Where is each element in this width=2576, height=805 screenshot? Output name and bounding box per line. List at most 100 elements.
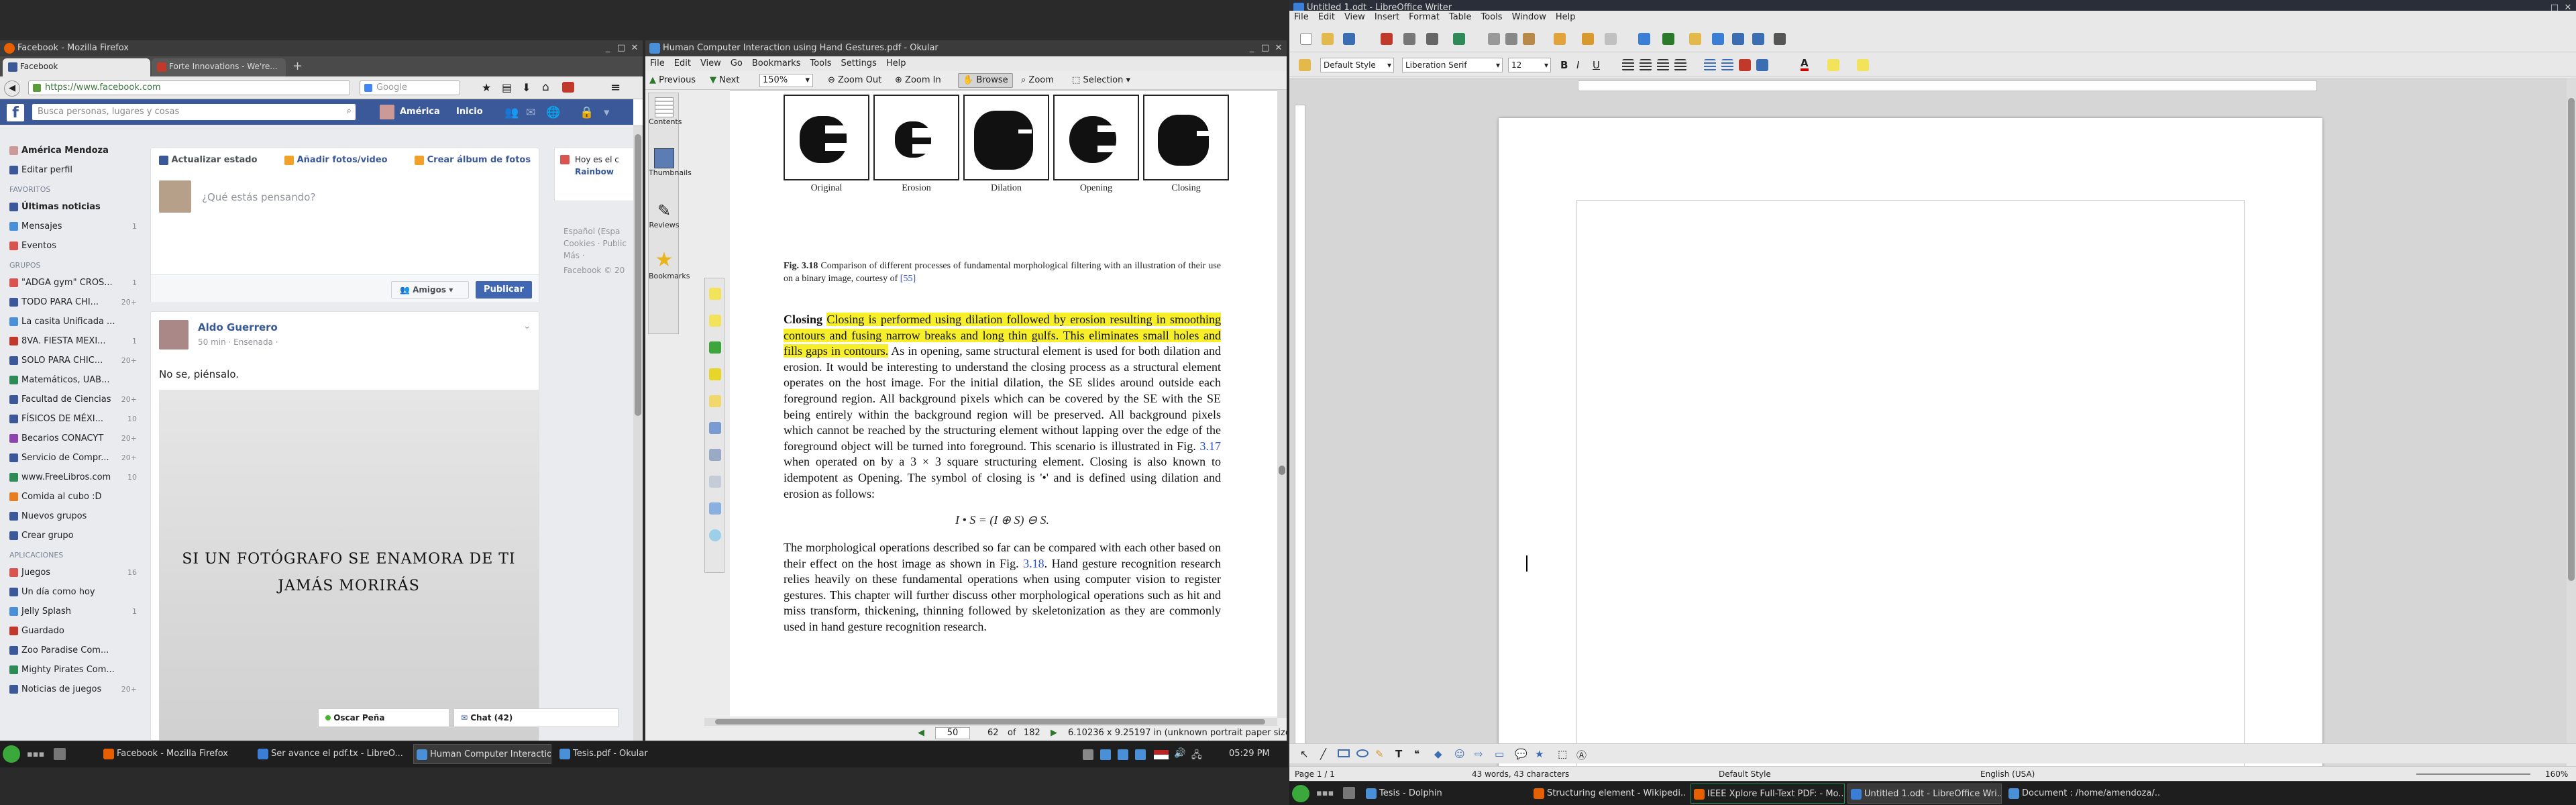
friend-requests-icon[interactable]: 👥 (504, 106, 519, 119)
menu-file[interactable]: File (645, 56, 669, 71)
inline-note-icon[interactable] (709, 315, 721, 327)
bold-icon[interactable]: B (1560, 59, 1568, 71)
clone-formatting-icon[interactable] (1554, 33, 1566, 45)
create-album-tab[interactable]: Crear álbum de fotos (427, 155, 531, 165)
footer-more[interactable]: Más · (564, 251, 585, 260)
avatar[interactable] (159, 320, 189, 350)
footer-links[interactable]: Cookies · Public (564, 239, 627, 248)
menu-icon[interactable]: ≡ (610, 80, 621, 95)
data-sources-icon[interactable] (1752, 33, 1764, 45)
start-menu-icon[interactable] (3, 745, 20, 763)
scrollbar-thumb[interactable] (1279, 466, 1285, 475)
volume-icon[interactable]: 🔊 (1174, 748, 1185, 759)
stamp-icon[interactable] (709, 422, 721, 434)
tray-icon-4[interactable] (1135, 749, 1146, 760)
select-icon[interactable]: ↖ (1300, 748, 1309, 760)
nav-user-name[interactable]: América (400, 107, 440, 117)
group-item[interactable]: "ADGA gym" CROS... 1 (7, 273, 141, 292)
ellipse-icon[interactable] (709, 529, 721, 541)
caption-ref[interactable]: [55] (900, 274, 916, 284)
avatar[interactable] (380, 105, 394, 119)
italic-icon[interactable]: I (1576, 59, 1579, 71)
figure-ref-link[interactable]: 3.18 (1023, 557, 1044, 570)
addon-icon[interactable] (562, 82, 574, 93)
settings-icon[interactable]: ▾ (604, 106, 610, 119)
page-scrollbar[interactable] (633, 125, 643, 741)
app-item[interactable]: Mighty Pirates Com... (7, 660, 141, 680)
bookmarks-tab[interactable]: ★ Bookmarks (649, 249, 690, 281)
writer-vscrollbar[interactable] (2567, 78, 2576, 755)
next-button[interactable]: ▼ Next (710, 71, 739, 90)
messages-icon[interactable]: ✉ (526, 106, 535, 119)
print-icon[interactable] (1426, 33, 1438, 45)
save-icon[interactable] (1343, 33, 1355, 45)
highlight-color-icon[interactable] (1827, 59, 1839, 71)
group-item[interactable]: Crear grupo (7, 526, 141, 545)
privacy-icon[interactable]: 🔒 (580, 106, 594, 119)
font-name-select[interactable]: Liberation Serif ▾ (1402, 58, 1503, 72)
browse-button[interactable]: ✋ Browse (958, 73, 1013, 88)
file-manager-icon[interactable] (1343, 787, 1355, 799)
menu-edit[interactable]: Edit (669, 56, 696, 71)
taskbar-task[interactable]: Human Computer Interaction... (413, 744, 551, 764)
highlighter-icon[interactable] (709, 368, 721, 380)
zoom-level[interactable]: 160% (2545, 767, 2568, 781)
facebook-logo-icon[interactable]: f (7, 104, 24, 121)
menu-go[interactable]: Go (726, 56, 747, 71)
word-count[interactable]: 43 words, 43 characters (1472, 767, 1569, 781)
zoom-in-button[interactable]: ⊕ Zoom In (895, 71, 941, 90)
sidebar-item-news-feed[interactable]: Últimas noticias (7, 197, 141, 217)
callouts-icon[interactable]: 💬 (1515, 748, 1527, 760)
menu-format[interactable]: Format (1404, 11, 1444, 24)
post-author[interactable]: Aldo Guerrero (198, 321, 278, 333)
undo-icon[interactable] (1582, 33, 1594, 45)
styles-icon[interactable] (1299, 59, 1311, 71)
group-item[interactable]: Servicio de Compr... 20+ (7, 448, 141, 468)
sidebar-item-events[interactable]: Eventos (7, 236, 141, 256)
line-icon[interactable]: ╱ (1320, 748, 1326, 760)
group-item[interactable]: FÍSICOS DE MÉXI... 10 (7, 409, 141, 429)
audience-selector[interactable]: 👥 Amigos ▾ (391, 281, 469, 299)
open-icon[interactable] (1322, 33, 1334, 45)
taskbar-task[interactable]: IEEE Xplore Full-Text PDF: - Mo... (1690, 784, 1845, 804)
app-item[interactable]: Guardado (7, 621, 141, 641)
menu-tools[interactable]: Tools (1477, 11, 1507, 24)
home-icon[interactable]: ⌂ (542, 80, 549, 94)
bookmark-star-icon[interactable]: ★ (482, 81, 491, 94)
notifications-icon[interactable]: 🌐 (546, 106, 560, 119)
draw-functions-icon[interactable] (1712, 33, 1724, 45)
tab-facebook[interactable]: Facebook (3, 58, 150, 76)
close-icon[interactable]: ✕ (1273, 43, 1284, 54)
flag-icon[interactable] (1154, 750, 1169, 759)
taskbar-task[interactable]: Facebook - Mozilla Firefox (101, 744, 248, 764)
chat-tab-contact[interactable]: Oscar Peña (318, 708, 449, 727)
network-icon[interactable]: 🖧 (1191, 748, 1202, 764)
url-bar[interactable]: https://www.facebook.com (28, 80, 350, 95)
typewriter-icon[interactable] (709, 395, 721, 407)
edit-profile-link[interactable]: Editar perfil (7, 160, 141, 180)
minimize-icon[interactable]: _ (602, 43, 613, 54)
page-style[interactable]: Default Style (1719, 767, 1771, 781)
new-tab-icon[interactable]: + (292, 59, 303, 73)
nav-home[interactable]: Inicio (456, 107, 483, 117)
group-item[interactable]: Facultad de Ciencias 20+ (7, 390, 141, 409)
taskbar-task[interactable]: Untitled 1.odt - LibreOffice Wri... (1847, 784, 2002, 804)
menu-file[interactable]: File (1289, 11, 1313, 24)
horizontal-ruler[interactable] (1578, 80, 2317, 91)
app-item[interactable]: Juegos 16 (7, 563, 141, 582)
menu-tools[interactable]: Tools (805, 56, 836, 71)
tray-icon-2[interactable] (1100, 749, 1111, 760)
vertical-ruler[interactable] (1295, 105, 1305, 762)
align-left-icon[interactable] (1622, 59, 1634, 71)
find-icon[interactable] (1662, 33, 1674, 45)
menu-window[interactable]: Window (1507, 11, 1551, 24)
menu-edit[interactable]: Edit (1313, 11, 1340, 24)
justify-icon[interactable] (1674, 59, 1686, 71)
taskbar-task[interactable]: Tesis - Dolphin (1363, 784, 1517, 804)
maximize-icon[interactable]: □ (1260, 43, 1271, 54)
show-desktop-icon[interactable]: ▪▪▪ (1316, 788, 1334, 798)
taskbar-task[interactable]: Document : /home/amendoza/... (2006, 784, 2160, 804)
figure-ref-link[interactable]: 3.17 (1200, 439, 1222, 453)
menu-view[interactable]: View (1340, 11, 1370, 24)
edit-mode-icon[interactable] (1403, 33, 1415, 45)
